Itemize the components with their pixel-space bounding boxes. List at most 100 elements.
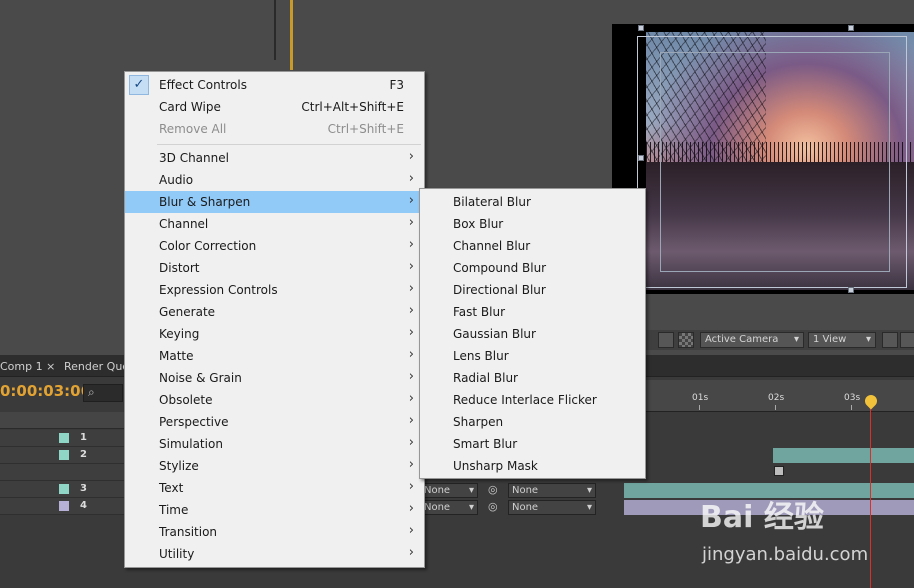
submenu-item-radial-blur[interactable]: Radial Blur <box>420 367 645 389</box>
layer-handle[interactable] <box>848 25 854 31</box>
menu-item-effect-controls[interactable]: ✓ Effect Controls F3 <box>125 74 424 96</box>
view-layout-dropdown[interactable]: 1 View ▾ <box>808 332 876 348</box>
submenu-item-gaussian-blur[interactable]: Gaussian Blur <box>420 323 645 345</box>
submenu-item-unsharp-mask[interactable]: Unsharp Mask <box>420 455 645 477</box>
checkmark-icon: ✓ <box>129 75 149 95</box>
parent-select[interactable]: None ▾ <box>508 500 596 515</box>
menu-item-distort[interactable]: Distort › <box>125 257 424 279</box>
layer-row[interactable]: 1 <box>0 430 124 447</box>
effect-menu: ✓ Effect Controls F3 Card Wipe Ctrl+Alt+… <box>124 71 425 568</box>
layer-handle[interactable] <box>638 25 644 31</box>
submenu-item-reduce-interlace-flicker[interactable]: Reduce Interlace Flicker <box>420 389 645 411</box>
chevron-right-icon: › <box>408 479 414 494</box>
ruler-tick <box>851 405 852 410</box>
menu-item-color-correction[interactable]: Color Correction › <box>125 235 424 257</box>
baidu-watermark: Bai 经验 jingyan.baidu.com <box>700 492 914 572</box>
menu-separator <box>157 144 421 145</box>
menu-item-transition[interactable]: Transition › <box>125 521 424 543</box>
menu-item-3d-channel[interactable]: 3D Channel › <box>125 147 424 169</box>
menu-item-perspective[interactable]: Perspective › <box>125 411 424 433</box>
submenu-item-bilateral-blur[interactable]: Bilateral Blur <box>420 191 645 213</box>
menu-item-text[interactable]: Text › <box>125 477 424 499</box>
submenu-item-compound-blur[interactable]: Compound Blur <box>420 257 645 279</box>
layer-column-header <box>0 412 124 429</box>
menu-item-audio[interactable]: Audio › <box>125 169 424 191</box>
chevron-right-icon: › <box>408 457 414 472</box>
menu-item-remove-all: Remove All Ctrl+Shift+E <box>159 122 404 136</box>
track-matte-select[interactable]: None ▾ <box>420 500 478 515</box>
layer-row[interactable]: 3 <box>0 481 124 498</box>
ruler-tick <box>775 405 776 410</box>
layer-row[interactable]: 4 <box>0 498 124 515</box>
menu-item-generate[interactable]: Generate › <box>125 301 424 323</box>
submenu-item-smart-blur[interactable]: Smart Blur <box>420 433 645 455</box>
watermark-url: jingyan.baidu.com <box>702 544 869 565</box>
active-camera-dropdown[interactable]: Active Camera ▾ <box>700 332 804 348</box>
panel-divider <box>274 0 276 60</box>
chevron-right-icon: › <box>408 435 414 450</box>
menu-item-card-wipe[interactable]: Card Wipe Ctrl+Alt+Shift+E <box>125 96 424 118</box>
blur-sharpen-submenu: Bilateral Blur Box Blur Channel Blur Com… <box>419 188 646 479</box>
pickwhip-icon[interactable]: ◎ <box>488 500 498 513</box>
chevron-right-icon: › <box>408 501 414 516</box>
label-color-swatch[interactable] <box>59 450 69 460</box>
chevron-right-icon: › <box>408 347 414 362</box>
chevron-right-icon: › <box>408 369 414 384</box>
submenu-item-lens-blur[interactable]: Lens Blur <box>420 345 645 367</box>
menu-item-time[interactable]: Time › <box>125 499 424 521</box>
keyframe-marker[interactable] <box>774 466 784 476</box>
ruler-tick <box>699 405 700 410</box>
menu-item-matte[interactable]: Matte › <box>125 345 424 367</box>
menu-item-simulation[interactable]: Simulation › <box>125 433 424 455</box>
layer-handle[interactable] <box>848 287 854 293</box>
chevron-right-icon: › <box>408 149 414 164</box>
layer-handle[interactable] <box>638 155 644 161</box>
baidu-logo: Bai 经验 <box>700 500 824 535</box>
chevron-right-icon: › <box>408 545 414 560</box>
menu-item-expression-controls[interactable]: Expression Controls › <box>125 279 424 301</box>
toggle-pixel-aspect-icon[interactable] <box>882 332 898 348</box>
submenu-item-sharpen[interactable]: Sharpen <box>420 411 645 433</box>
submenu-item-channel-blur[interactable]: Channel Blur <box>420 235 645 257</box>
panel-edge-highlight <box>290 0 293 70</box>
label-color-swatch[interactable] <box>59 501 69 511</box>
action-safe-guide <box>660 52 890 272</box>
fast-preview-icon[interactable] <box>900 332 914 348</box>
submenu-item-directional-blur[interactable]: Directional Blur <box>420 279 645 301</box>
parent-select[interactable]: None ▾ <box>508 483 596 498</box>
menu-item-noise-grain[interactable]: Noise & Grain › <box>125 367 424 389</box>
menu-item-blur-sharpen[interactable]: Blur & Sharpen › <box>125 191 424 213</box>
ruler-label: 01s <box>692 393 709 403</box>
ruler-label: 02s <box>768 393 785 403</box>
search-icon: ⌕ <box>88 385 95 399</box>
chevron-right-icon: › <box>408 171 414 186</box>
menu-item-utility[interactable]: Utility › <box>125 543 424 565</box>
chevron-right-icon: › <box>408 193 414 208</box>
chevron-right-icon: › <box>408 391 414 406</box>
layer-property-row[interactable] <box>0 464 124 481</box>
timeline-search-input[interactable]: ⌕ <box>83 384 123 402</box>
chevron-right-icon: › <box>408 523 414 538</box>
chevron-right-icon: › <box>408 413 414 428</box>
label-color-swatch[interactable] <box>59 433 69 443</box>
tab-comp-1[interactable]: Comp 1 × <box>0 360 55 373</box>
track-matte-select[interactable]: None ▾ <box>420 483 478 498</box>
chevron-right-icon: › <box>408 325 414 340</box>
menu-item-keying[interactable]: Keying › <box>125 323 424 345</box>
layer-row[interactable]: 2 <box>0 447 124 464</box>
transparency-grid-icon[interactable] <box>678 332 694 348</box>
pickwhip-icon[interactable]: ◎ <box>488 483 498 496</box>
submenu-item-fast-blur[interactable]: Fast Blur <box>420 301 645 323</box>
layer-duration-bar[interactable] <box>773 448 914 463</box>
region-of-interest-icon[interactable] <box>658 332 674 348</box>
menu-item-stylize[interactable]: Stylize › <box>125 455 424 477</box>
submenu-item-box-blur[interactable]: Box Blur <box>420 213 645 235</box>
chevron-right-icon: › <box>408 259 414 274</box>
current-timecode[interactable]: 0:00:03:06 <box>0 382 91 400</box>
menu-item-obsolete[interactable]: Obsolete › <box>125 389 424 411</box>
label-color-swatch[interactable] <box>59 484 69 494</box>
chevron-right-icon: › <box>408 281 414 296</box>
menu-item-channel[interactable]: Channel › <box>125 213 424 235</box>
chevron-right-icon: › <box>408 237 414 252</box>
chevron-right-icon: › <box>408 215 414 230</box>
